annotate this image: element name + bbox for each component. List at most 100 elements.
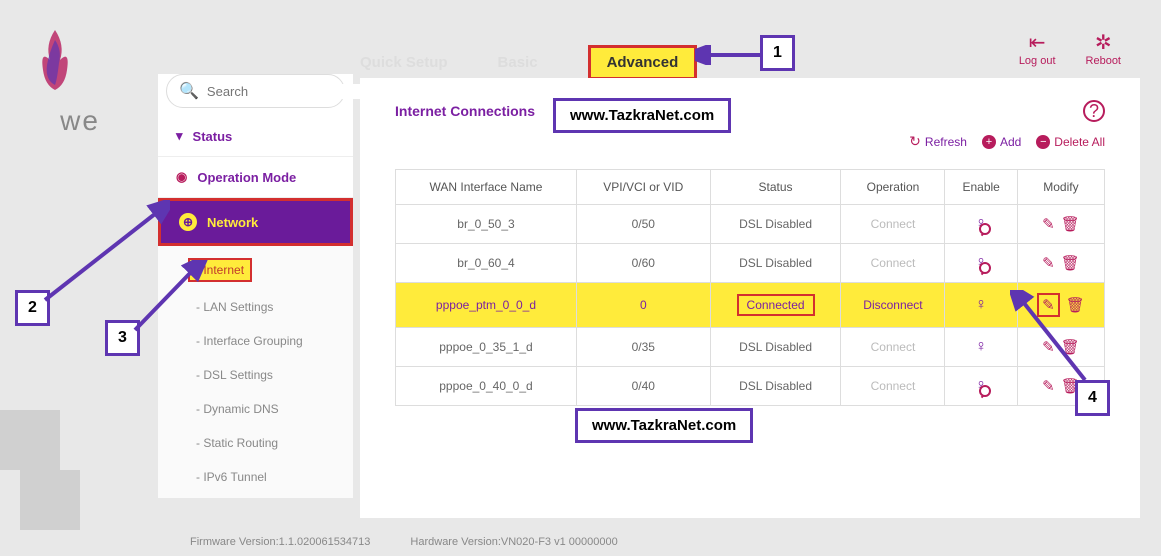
- sidebar-item-operation-mode[interactable]: ◉ Operation Mode: [158, 157, 353, 198]
- trash-icon[interactable]: 🗑: [1061, 338, 1080, 356]
- table-row: pppoe_0_40_0_d 0/40 DSL Disabled Connect…: [396, 367, 1105, 406]
- add-button[interactable]: +Add: [982, 133, 1021, 150]
- edit-icon[interactable]: ✎: [1042, 254, 1055, 272]
- sidebar: 🔍 ▾ Status ◉ Operation Mode ⊕ Network - …: [158, 74, 353, 498]
- annotation-2: 2: [15, 290, 50, 326]
- sidebar-subitems: - Internet - LAN Settings - Interface Gr…: [158, 246, 353, 498]
- cell-name: pppoe_0_35_1_d: [396, 328, 577, 367]
- cell-vpi: 0/60: [576, 244, 710, 283]
- sidebar-label-opmode: Operation Mode: [197, 170, 296, 185]
- arrow-2: [40, 200, 170, 310]
- cell-enable: ♀: [945, 244, 1017, 283]
- th-modify: Modify: [1017, 170, 1104, 205]
- table-header-row: WAN Interface Name VPI/VCI or VID Status…: [396, 170, 1105, 205]
- globe-icon: ⊕: [179, 213, 197, 231]
- annotation-4: 4: [1075, 380, 1110, 416]
- tab-quick-setup[interactable]: Quick Setup: [360, 54, 448, 71]
- trash-icon[interactable]: 🗑: [1066, 296, 1085, 314]
- edit-icon[interactable]: ✎: [1037, 293, 1060, 317]
- cell-vpi: 0: [576, 283, 710, 328]
- sidebar-sub-ipv6[interactable]: - IPv6 Tunnel: [158, 460, 353, 494]
- cell-status: DSL Disabled: [710, 244, 841, 283]
- edit-icon[interactable]: ✎: [1042, 377, 1055, 395]
- cell-name: pppoe_0_40_0_d: [396, 367, 577, 406]
- top-actions: ⇤ Log out ✲ Reboot: [1019, 30, 1121, 67]
- logout-label: Log out: [1019, 55, 1056, 67]
- firmware-version: Firmware Version:1.1.020061534713: [190, 536, 370, 548]
- table-row: br_0_50_3 0/50 DSL Disabled Connect ♀ ✎🗑: [396, 205, 1105, 244]
- cell-modify: ✎🗑: [1017, 328, 1104, 367]
- edit-icon[interactable]: ✎: [1042, 338, 1055, 356]
- search-input[interactable]: [207, 84, 383, 99]
- watermark-1: www.TazkraNet.com: [553, 98, 731, 133]
- help-icon[interactable]: ?: [1083, 100, 1105, 122]
- th-operation: Operation: [841, 170, 945, 205]
- sidebar-sub-dsl[interactable]: - DSL Settings: [158, 358, 353, 392]
- reboot-icon: ✲: [1086, 30, 1121, 55]
- sidebar-label-status: Status: [193, 129, 233, 144]
- status-icon: ▾: [176, 128, 183, 144]
- trash-icon[interactable]: 🗑: [1061, 254, 1080, 272]
- bulb-icon[interactable]: ♀: [975, 215, 987, 233]
- status-connected: Connected: [737, 294, 815, 316]
- search-box[interactable]: 🔍: [166, 74, 345, 108]
- logout-button[interactable]: ⇤ Log out: [1019, 30, 1056, 67]
- sidebar-sub-grouping[interactable]: - Interface Grouping: [158, 324, 353, 358]
- sidebar-sub-internet[interactable]: - Internet: [188, 258, 252, 282]
- cell-operation[interactable]: Connect: [841, 244, 945, 283]
- refresh-button[interactable]: ↻Refresh: [909, 133, 967, 150]
- table-row: pppoe_0_35_1_d 0/35 DSL Disabled Connect…: [396, 328, 1105, 367]
- cell-vpi: 0/50: [576, 205, 710, 244]
- cell-enable: ♀: [945, 367, 1017, 406]
- sidebar-sub-lan[interactable]: - LAN Settings: [158, 290, 353, 324]
- watermark-2: www.TazkraNet.com: [575, 408, 753, 443]
- sidebar-item-network[interactable]: ⊕ Network: [158, 198, 353, 246]
- reboot-button[interactable]: ✲ Reboot: [1086, 30, 1121, 67]
- cell-status: DSL Disabled: [710, 367, 841, 406]
- sidebar-sub-ddns[interactable]: - Dynamic DNS: [158, 392, 353, 426]
- bulb-icon[interactable]: ♀: [975, 296, 987, 314]
- annotation-3: 3: [105, 320, 140, 356]
- plus-icon: +: [982, 135, 996, 149]
- cell-operation[interactable]: Disconnect: [841, 283, 945, 328]
- bulb-icon[interactable]: ♀: [975, 377, 987, 395]
- top-tabs: Quick Setup Basic Advanced: [360, 45, 697, 80]
- deco-square: [20, 470, 80, 530]
- sidebar-sub-internet-wrap: - Internet: [158, 250, 353, 290]
- annotation-1: 1: [760, 35, 795, 71]
- refresh-icon: ↻: [909, 133, 921, 150]
- cell-modify: ✎🗑: [1017, 205, 1104, 244]
- cell-name: br_0_50_3: [396, 205, 577, 244]
- delete-all-label: Delete All: [1054, 135, 1105, 149]
- cell-operation[interactable]: Connect: [841, 328, 945, 367]
- table-row: pppoe_ptm_0_0_d 0 Connected Disconnect ♀…: [396, 283, 1105, 328]
- cell-enable: ♀: [945, 328, 1017, 367]
- edit-icon[interactable]: ✎: [1042, 215, 1055, 233]
- cell-vpi: 0/40: [576, 367, 710, 406]
- tab-advanced[interactable]: Advanced: [588, 45, 698, 80]
- sidebar-item-status[interactable]: ▾ Status: [158, 116, 353, 157]
- connections-table: WAN Interface Name VPI/VCI or VID Status…: [395, 169, 1105, 406]
- tab-basic[interactable]: Basic: [498, 54, 538, 71]
- table-row: br_0_60_4 0/60 DSL Disabled Connect ♀ ✎🗑: [396, 244, 1105, 283]
- cell-name: pppoe_ptm_0_0_d: [396, 283, 577, 328]
- deco-square: [0, 410, 60, 470]
- th-vpi: VPI/VCI or VID: [576, 170, 710, 205]
- logo-text: we: [35, 105, 125, 137]
- cell-modify: ✎🗑: [1017, 283, 1104, 328]
- trash-icon[interactable]: 🗑: [1061, 215, 1080, 233]
- search-icon: 🔍: [179, 81, 199, 101]
- cell-modify: ✎🗑: [1017, 244, 1104, 283]
- bulb-icon[interactable]: ♀: [975, 338, 987, 356]
- main-panel: Internet Connections ? ↻Refresh +Add −De…: [360, 78, 1140, 518]
- sidebar-sub-routing[interactable]: - Static Routing: [158, 426, 353, 460]
- cell-operation[interactable]: Connect: [841, 205, 945, 244]
- footer: Firmware Version:1.1.020061534713 Hardwa…: [190, 536, 618, 548]
- panel-actions: ↻Refresh +Add −Delete All: [909, 133, 1105, 150]
- th-name: WAN Interface Name: [396, 170, 577, 205]
- bulb-icon[interactable]: ♀: [975, 254, 987, 272]
- cell-name: br_0_60_4: [396, 244, 577, 283]
- sidebar-label-network: Network: [207, 215, 258, 230]
- cell-operation[interactable]: Connect: [841, 367, 945, 406]
- delete-all-button[interactable]: −Delete All: [1036, 133, 1105, 150]
